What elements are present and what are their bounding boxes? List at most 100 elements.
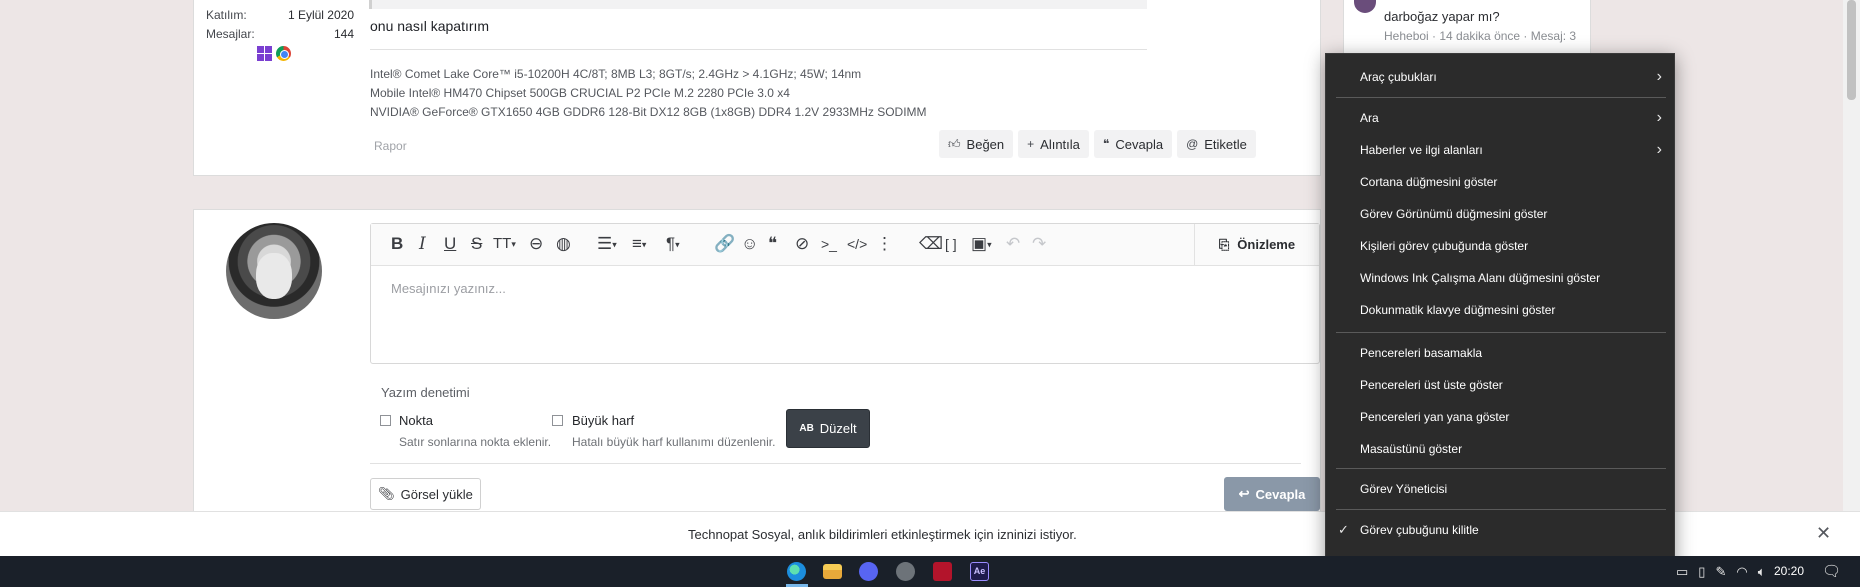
menu-item-task-manager[interactable]: Görev Yöneticisi bbox=[1326, 473, 1676, 505]
signature-divider bbox=[370, 49, 1147, 50]
more-options-icon[interactable]: ⋮ bbox=[876, 234, 893, 254]
post-card: Katılım: 1 Eylül 2020 Mesajlar: 144 onu … bbox=[193, 0, 1321, 176]
fix-label: Düzelt bbox=[819, 421, 857, 436]
vegas-icon[interactable] bbox=[933, 562, 952, 581]
after-effects-icon[interactable]: Ae bbox=[970, 562, 989, 581]
menu-item-task-view[interactable]: Görev Görünümü düğmesini göster bbox=[1326, 198, 1676, 230]
redo-icon[interactable]: ↷ bbox=[1032, 234, 1046, 254]
reply-label: Cevapla bbox=[1115, 136, 1164, 152]
menu-item-label: Pencereleri basamakla bbox=[1360, 346, 1483, 360]
taskbar-context-menu: Araç çubukları › Ara › Haberler ve ilgi … bbox=[1325, 53, 1675, 578]
thumbs-up-icon: 👍︎ bbox=[948, 136, 961, 151]
eraser-icon[interactable]: ⌫ bbox=[919, 234, 943, 254]
wifi-icon[interactable]: ◠ bbox=[1736, 564, 1747, 580]
hide-icon[interactable]: ⊘ bbox=[795, 234, 809, 254]
paragraph-icon[interactable]: ¶▾ bbox=[666, 234, 680, 255]
menu-item-label: Görev Yöneticisi bbox=[1360, 482, 1448, 496]
quote-button[interactable]: + Alıntıla bbox=[1018, 130, 1089, 158]
menu-item-touch-keyboard[interactable]: Dokunmatik klavye düğmesini göster bbox=[1326, 294, 1676, 326]
menu-item-cortana[interactable]: Cortana düğmesini göster bbox=[1326, 166, 1676, 198]
undo-icon[interactable]: ↶ bbox=[1006, 234, 1020, 254]
menu-item-people[interactable]: Kişileri görev çubuğunda göster bbox=[1326, 230, 1676, 262]
menu-item-label: Dokunmatik klavye düğmesini göster bbox=[1360, 303, 1556, 317]
menu-item-show-desktop[interactable]: Masaüstünü göster bbox=[1326, 433, 1676, 465]
menu-item-windows-ink[interactable]: Windows Ink Çalışma Alanı düğmesini göst… bbox=[1326, 262, 1676, 294]
menu-item-news[interactable]: Haberler ve ilgi alanları › bbox=[1326, 134, 1676, 166]
stat-label: Katılım: bbox=[206, 8, 247, 22]
quote-mark-icon: ❝ bbox=[1102, 137, 1110, 151]
reply-card: B I U S TT▾ ⊖ ◍ ☰▾ ≡▾ ¶▾ 🔗 ☺ ❝ ⊘ >_ </> … bbox=[193, 209, 1321, 539]
menu-item-search[interactable]: Ara › bbox=[1326, 102, 1676, 134]
user-stats: Katılım: 1 Eylül 2020 Mesajlar: 144 bbox=[206, 6, 354, 44]
menu-item-label: Görev çubuğunu kilitle bbox=[1360, 523, 1479, 537]
chevron-right-icon: › bbox=[1656, 141, 1662, 158]
bbcode-icon[interactable]: [ ] bbox=[945, 234, 957, 254]
quote-icon[interactable]: ❝ bbox=[768, 234, 777, 254]
thread-title[interactable]: darboğaz yapar mı? bbox=[1384, 9, 1500, 24]
menu-item-cascade[interactable]: Pencereleri basamakla bbox=[1326, 337, 1676, 369]
stat-row-joined: Katılım: 1 Eylül 2020 bbox=[206, 6, 354, 25]
message-editor[interactable]: B I U S TT▾ ⊖ ◍ ☰▾ ≡▾ ¶▾ 🔗 ☺ ❝ ⊘ >_ </> … bbox=[370, 223, 1320, 364]
drafts-icon[interactable]: ▣▾ bbox=[971, 234, 992, 255]
color-palette-icon[interactable]: ◍ bbox=[556, 234, 571, 254]
edge-icon[interactable] bbox=[787, 562, 806, 581]
file-explorer-icon[interactable] bbox=[823, 564, 842, 579]
list-icon[interactable]: ☰▾ bbox=[597, 234, 617, 255]
italic-icon[interactable]: I bbox=[419, 234, 426, 254]
report-link[interactable]: Rapor bbox=[374, 139, 407, 153]
capital-label[interactable]: Büyük harf bbox=[572, 413, 634, 428]
menu-item-label: Masaüstünü göster bbox=[1360, 442, 1463, 456]
upload-label: Görsel yükle bbox=[400, 486, 473, 502]
menu-item-stacked[interactable]: Pencereleri üst üste göster bbox=[1326, 369, 1676, 401]
font-size-icon[interactable]: TT▾ bbox=[493, 234, 516, 254]
user-device-icons bbox=[257, 46, 291, 61]
avatar bbox=[226, 223, 322, 319]
action-center-icon[interactable]: 🗨︎ bbox=[1822, 562, 1841, 580]
strikethrough-icon[interactable]: S bbox=[471, 234, 482, 254]
spoiler-icon[interactable]: ⊖ bbox=[529, 234, 543, 254]
menu-item-label: Windows Ink Çalışma Alanı düğmesini göst… bbox=[1360, 271, 1601, 285]
stat-row-messages: Mesajlar: 144 bbox=[206, 25, 354, 44]
fix-button[interactable]: AB Düzelt bbox=[786, 409, 870, 448]
menu-item-label: Kişileri görev çubuğunda göster bbox=[1360, 239, 1529, 253]
upload-image-button[interactable]: 📎︎ Görsel yükle bbox=[370, 478, 481, 510]
like-button[interactable]: 👍︎ Beğen bbox=[939, 130, 1014, 158]
tag-button[interactable]: @ Etiketle bbox=[1177, 130, 1256, 158]
align-icon[interactable]: ≡▾ bbox=[632, 234, 646, 255]
link-icon[interactable]: 🔗 bbox=[714, 234, 735, 254]
plus-icon: + bbox=[1027, 137, 1035, 151]
taskbar-clock[interactable]: 20:20 bbox=[1774, 564, 1804, 578]
period-desc: Satır sonlarına nokta eklenir. bbox=[399, 435, 552, 449]
stat-value: 1 Eylül 2020 bbox=[287, 8, 354, 22]
discord-icon[interactable] bbox=[859, 562, 878, 581]
period-label[interactable]: Nokta bbox=[399, 413, 433, 428]
underline-icon[interactable]: U bbox=[444, 234, 456, 254]
submit-reply-button[interactable]: ↩ Cevapla bbox=[1224, 477, 1320, 511]
period-checkbox[interactable] bbox=[380, 415, 391, 426]
post-message: onu nasıl kapatırım bbox=[370, 18, 490, 34]
capital-checkbox[interactable] bbox=[552, 415, 563, 426]
close-icon[interactable]: ✕ bbox=[1816, 523, 1831, 544]
battery-icon[interactable]: ▯ bbox=[1698, 564, 1705, 580]
menu-item-side-by-side[interactable]: Pencereleri yan yana göster bbox=[1326, 401, 1676, 433]
avatar bbox=[1354, 0, 1376, 13]
menu-item-toolbars[interactable]: Araç çubukları › bbox=[1326, 61, 1676, 93]
smilie-icon[interactable]: ☺ bbox=[741, 234, 758, 254]
chrome-icon bbox=[276, 46, 291, 61]
menu-item-lock-taskbar[interactable]: ✓ Görev çubuğunu kilitle bbox=[1326, 514, 1676, 546]
menu-item-label: Cortana düğmesini göster bbox=[1360, 175, 1498, 189]
code-icon[interactable]: </> bbox=[847, 234, 867, 254]
meet-now-icon[interactable]: ▭ bbox=[1676, 564, 1688, 580]
reply-button[interactable]: ❝ Cevapla bbox=[1093, 130, 1173, 158]
pen-icon[interactable]: ✎ bbox=[1715, 564, 1726, 580]
bold-icon[interactable]: B bbox=[391, 234, 403, 254]
menu-divider bbox=[1336, 509, 1666, 510]
page-scrollbar[interactable] bbox=[1843, 0, 1860, 556]
sidebar-thread-card[interactable]: darboğaz yapar mı? Heheboi · 14 dakika ö… bbox=[1343, 0, 1591, 54]
preview-button[interactable]: ⎘ Önizleme bbox=[1194, 224, 1319, 265]
app-icon[interactable] bbox=[896, 562, 915, 581]
terminal-icon[interactable]: >_ bbox=[821, 234, 837, 254]
font-size-glyph: TT bbox=[493, 235, 512, 252]
scroll-thumb[interactable] bbox=[1847, 0, 1856, 100]
volume-icon[interactable]: 🔈︎ bbox=[1758, 564, 1766, 580]
